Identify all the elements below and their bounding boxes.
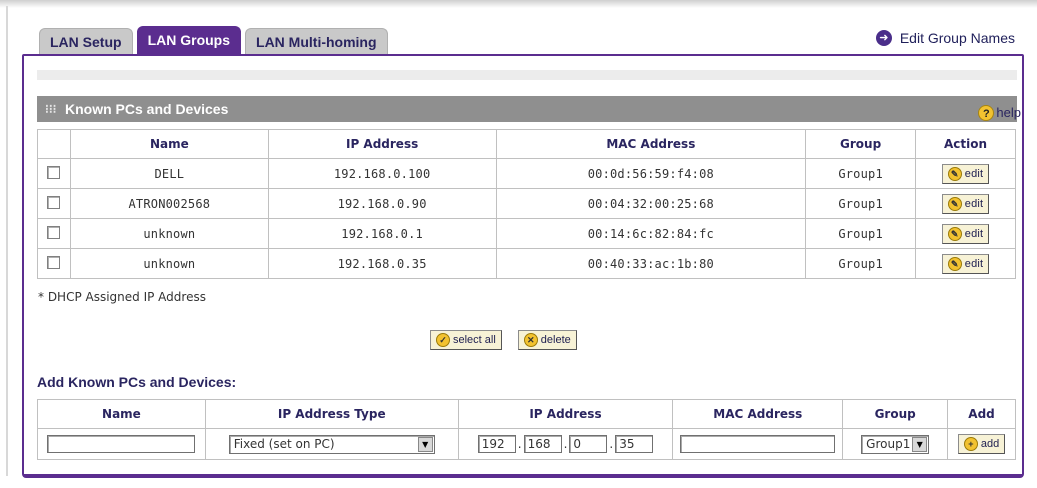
add-col-name: Name xyxy=(37,399,206,429)
header-band xyxy=(37,70,1017,80)
mac-input[interactable] xyxy=(680,435,836,453)
table-row: unknown 192.168.0.35 00:40:33:ac:1b:80 G… xyxy=(37,248,1016,279)
section-header-known: ⁝⁝⁝ Known PCs and Devices ? help xyxy=(37,96,1021,122)
ip-octet-3[interactable] xyxy=(569,435,608,453)
row-checkbox[interactable] xyxy=(47,165,61,179)
col-action: Action xyxy=(915,129,1016,159)
add-header-row: Name IP Address Type IP Address MAC Addr… xyxy=(37,399,1016,429)
col-ip: IP Address xyxy=(267,129,497,159)
ip-octet-2[interactable] xyxy=(523,435,562,453)
cell-mac: 00:04:32:00:25:68 xyxy=(495,188,807,219)
row-checkbox[interactable] xyxy=(47,195,61,209)
row-checkbox[interactable] xyxy=(47,255,61,269)
check-icon: ✓ xyxy=(436,333,450,347)
tab-lan-setup[interactable]: LAN Setup xyxy=(39,28,133,55)
cell-group: Group1 xyxy=(805,188,917,219)
table-header-row: Name IP Address MAC Address Group Action xyxy=(37,129,1016,159)
cell-mac: 00:0d:56:59:f4:08 xyxy=(495,158,807,189)
help-label: help xyxy=(996,105,1021,120)
ip-octet-4[interactable] xyxy=(615,435,654,453)
pencil-icon: ✎ xyxy=(947,256,962,271)
select-all-button[interactable]: ✓ select all xyxy=(430,330,502,350)
help-icon: ? xyxy=(978,105,995,121)
add-device-table: Name IP Address Type IP Address MAC Addr… xyxy=(37,399,1016,460)
ip-dot: . xyxy=(563,437,568,451)
edit-button[interactable]: ✎ edit xyxy=(941,163,990,184)
tab-lan-multi-homing[interactable]: LAN Multi-homing xyxy=(245,28,388,55)
table-row: DELL 192.168.0.100 00:0d:56:59:f4:08 Gro… xyxy=(37,158,1016,189)
cell-name: unknown xyxy=(69,218,269,249)
arrow-right-icon: ➜ xyxy=(875,30,892,46)
edit-label: edit xyxy=(964,167,984,180)
group-select[interactable]: Group1 ▼ xyxy=(861,434,930,454)
pencil-icon: ✎ xyxy=(947,226,962,241)
add-col-group: Group xyxy=(842,399,949,429)
add-col-ip-type: IP Address Type xyxy=(204,399,459,429)
chevron-down-icon: ▼ xyxy=(417,436,433,452)
cell-name: ATRON002568 xyxy=(69,188,269,219)
edit-button[interactable]: ✎ edit xyxy=(941,193,990,214)
edit-label: edit xyxy=(964,227,984,240)
col-name: Name xyxy=(69,129,269,159)
table-row: ATRON002568 192.168.0.90 00:04:32:00:25:… xyxy=(37,188,1016,219)
edit-button[interactable]: ✎ edit xyxy=(941,223,990,244)
tab-lan-groups[interactable]: LAN Groups xyxy=(136,26,242,55)
grip-icon: ⁝⁝⁝ xyxy=(45,102,57,116)
table-row: unknown 192.168.0.1 00:14:6c:82:84:fc Gr… xyxy=(37,218,1016,249)
edit-group-names-link[interactable]: ➜ Edit Group Names xyxy=(875,30,1015,46)
name-input[interactable] xyxy=(47,435,196,453)
delete-button[interactable]: ✕ delete xyxy=(517,330,577,350)
pencil-icon: ✎ xyxy=(947,166,962,181)
add-section-title: Add Known PCs and Devices: xyxy=(37,374,237,390)
table-actions: ✓ select all ✕ delete xyxy=(430,330,577,350)
delete-label: delete xyxy=(540,334,571,346)
cell-group: Group1 xyxy=(805,158,917,189)
select-all-label: select all xyxy=(453,334,496,346)
edit-group-names-label: Edit Group Names xyxy=(899,30,1015,46)
row-checkbox[interactable] xyxy=(47,225,61,239)
chevron-down-icon: ▼ xyxy=(912,436,928,452)
edit-label: edit xyxy=(964,257,984,270)
ip-dot: . xyxy=(609,437,614,451)
left-edge xyxy=(6,6,8,476)
group-value: Group1 xyxy=(866,437,911,451)
cell-ip: 192.168.0.35 xyxy=(267,248,497,279)
plus-icon: + xyxy=(963,437,978,451)
cell-ip: 192.168.0.100 xyxy=(267,158,497,189)
add-col-ip: IP Address xyxy=(457,399,674,429)
cell-mac: 00:40:33:ac:1b:80 xyxy=(495,248,807,279)
col-group: Group xyxy=(805,129,917,159)
top-shade xyxy=(0,0,1037,8)
known-devices-table: Name IP Address MAC Address Group Action… xyxy=(37,129,1016,279)
tab-bar: LAN Setup LAN Groups LAN Multi-homing xyxy=(39,26,388,55)
cell-group: Group1 xyxy=(805,248,917,279)
add-button[interactable]: + add xyxy=(957,434,1006,454)
ip-type-select[interactable]: Fixed (set on PC) ▼ xyxy=(228,434,435,454)
add-label: add xyxy=(980,438,1000,450)
cell-ip: 192.168.0.90 xyxy=(267,188,497,219)
edit-button[interactable]: ✎ edit xyxy=(941,253,990,274)
edit-label: edit xyxy=(964,197,984,210)
help-link[interactable]: ? help xyxy=(978,100,1021,126)
ip-octet-1[interactable] xyxy=(477,435,516,453)
cell-mac: 00:14:6c:82:84:fc xyxy=(495,218,807,249)
dhcp-note: * DHCP Assigned IP Address xyxy=(38,290,206,304)
add-col-add: Add xyxy=(947,399,1016,429)
ip-dot: . xyxy=(517,437,522,451)
cell-name: unknown xyxy=(69,248,269,279)
cell-name: DELL xyxy=(69,158,269,189)
add-col-mac: MAC Address xyxy=(672,399,844,429)
ip-address-fields: . . . xyxy=(477,435,654,453)
pencil-icon: ✎ xyxy=(947,196,962,211)
add-input-row: Fixed (set on PC)▼ . . . Group1▼ +add xyxy=(37,428,1016,460)
cell-group: Group1 xyxy=(805,218,917,249)
col-select xyxy=(37,129,71,159)
ip-type-value: Fixed (set on PC) xyxy=(233,437,335,451)
section-title: Known PCs and Devices xyxy=(65,101,229,117)
x-icon: ✕ xyxy=(523,333,538,347)
cell-ip: 192.168.0.1 xyxy=(267,218,497,249)
col-mac: MAC Address xyxy=(495,129,807,159)
